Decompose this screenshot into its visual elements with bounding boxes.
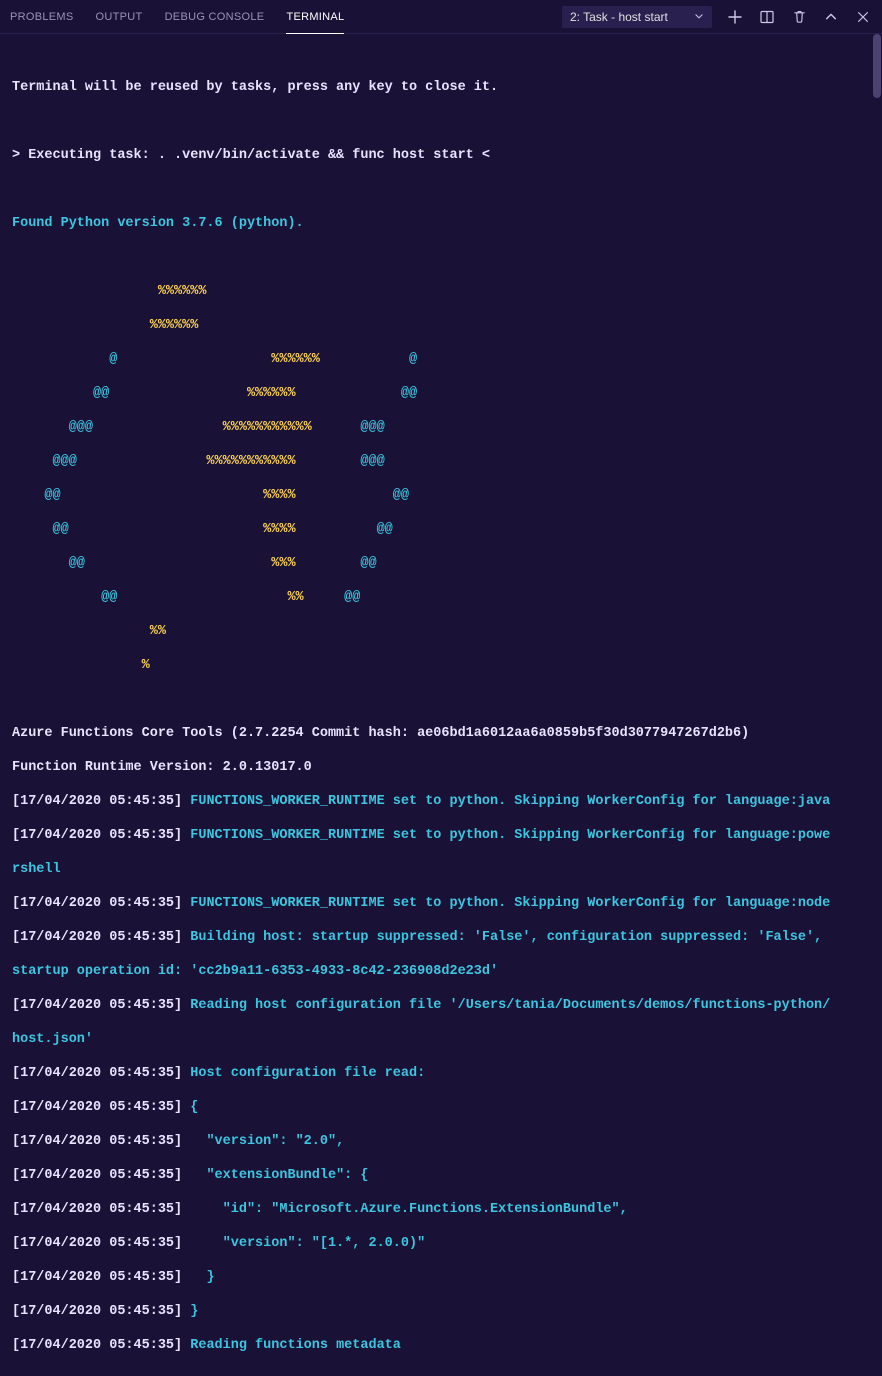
terminal-line: [17/04/2020 05:45:35] { <box>12 1099 870 1116</box>
panel-actions: 2: Task - host start <box>562 6 872 28</box>
logo-line: % <box>12 657 870 674</box>
logo-line: %% <box>12 623 870 640</box>
logo-line: @@ %% @@ <box>12 589 870 606</box>
terminal-line: [17/04/2020 05:45:35] } <box>12 1303 870 1320</box>
tab-output[interactable]: OUTPUT <box>96 0 143 33</box>
trash-icon <box>792 9 807 24</box>
logo-line: %%%%%% <box>12 283 870 300</box>
terminal-line: [17/04/2020 05:45:35] "extensionBundle":… <box>12 1167 870 1184</box>
terminal-line: [17/04/2020 05:45:35] Building host: sta… <box>12 929 870 946</box>
terminal-line: [17/04/2020 05:45:35] "version": "2.0", <box>12 1133 870 1150</box>
kill-terminal-button[interactable] <box>790 8 808 26</box>
close-icon <box>856 10 870 24</box>
split-horizontal-icon <box>759 9 775 25</box>
logo-line: @@ %%%% @@ <box>12 487 870 504</box>
terminal-line <box>12 691 870 708</box>
chevron-up-icon <box>824 10 838 24</box>
terminal-line: Found Python version 3.7.6 (python). <box>12 215 870 232</box>
terminal-picker-dropdown[interactable]: 2: Task - host start <box>562 6 712 28</box>
terminal-line: host.json' <box>12 1031 870 1048</box>
tab-terminal[interactable]: TERMINAL <box>286 0 344 33</box>
logo-line: %%%%%% <box>12 317 870 334</box>
logo-line: @@@ %%%%%%%%%%% @@@ <box>12 453 870 470</box>
terminal-line: [17/04/2020 05:45:35] } <box>12 1269 870 1286</box>
terminal-line: [17/04/2020 05:45:35] Reading functions … <box>12 1337 870 1354</box>
logo-line: @@ %%% @@ <box>12 555 870 572</box>
terminal-line: [17/04/2020 05:45:35] Host configuration… <box>12 1065 870 1082</box>
terminal-line <box>12 113 870 130</box>
logo-line: @ %%%%%% @ <box>12 351 870 368</box>
new-terminal-button[interactable] <box>726 8 744 26</box>
terminal-line: Azure Functions Core Tools (2.7.2254 Com… <box>12 725 870 742</box>
chevron-down-icon <box>694 10 704 24</box>
terminal-line: Terminal will be reused by tasks, press … <box>12 79 870 96</box>
panel-tabs-left: PROBLEMS OUTPUT DEBUG CONSOLE TERMINAL <box>10 0 344 33</box>
plus-icon <box>727 9 743 25</box>
logo-line: @@ %%%% @@ <box>12 521 870 538</box>
terminal-line: startup operation id: 'cc2b9a11-6353-493… <box>12 963 870 980</box>
terminal-line: rshell <box>12 861 870 878</box>
tab-debug-console[interactable]: DEBUG CONSOLE <box>165 0 265 33</box>
logo-line: @@ %%%%%% @@ <box>12 385 870 402</box>
tab-problems[interactable]: PROBLEMS <box>10 0 74 33</box>
terminal-output[interactable]: Terminal will be reused by tasks, press … <box>0 34 882 1376</box>
terminal-line: [17/04/2020 05:45:35] "id": "Microsoft.A… <box>12 1201 870 1218</box>
close-panel-button[interactable] <box>854 8 872 26</box>
terminal-line: [17/04/2020 05:45:35] FUNCTIONS_WORKER_R… <box>12 793 870 810</box>
terminal-line: [17/04/2020 05:45:35] Reading host confi… <box>12 997 870 1014</box>
scrollbar-vertical[interactable] <box>872 34 882 688</box>
terminal-line: Function Runtime Version: 2.0.13017.0 <box>12 759 870 776</box>
terminal-line: [17/04/2020 05:45:35] FUNCTIONS_WORKER_R… <box>12 827 870 844</box>
terminal-line <box>12 181 870 198</box>
terminal-picker-label: 2: Task - host start <box>570 10 668 24</box>
terminal-line: [17/04/2020 05:45:35] "version": "[1.*, … <box>12 1235 870 1252</box>
terminal-line <box>12 249 870 266</box>
panel-tab-bar: PROBLEMS OUTPUT DEBUG CONSOLE TERMINAL 2… <box>0 0 882 34</box>
maximize-panel-button[interactable] <box>822 8 840 26</box>
logo-line: @@@ %%%%%%%%%%% @@@ <box>12 419 870 436</box>
split-terminal-button[interactable] <box>758 8 776 26</box>
terminal-line: [17/04/2020 05:45:35] FUNCTIONS_WORKER_R… <box>12 895 870 912</box>
scrollbar-thumb[interactable] <box>873 34 881 98</box>
terminal-line: > Executing task: . .venv/bin/activate &… <box>12 147 870 164</box>
